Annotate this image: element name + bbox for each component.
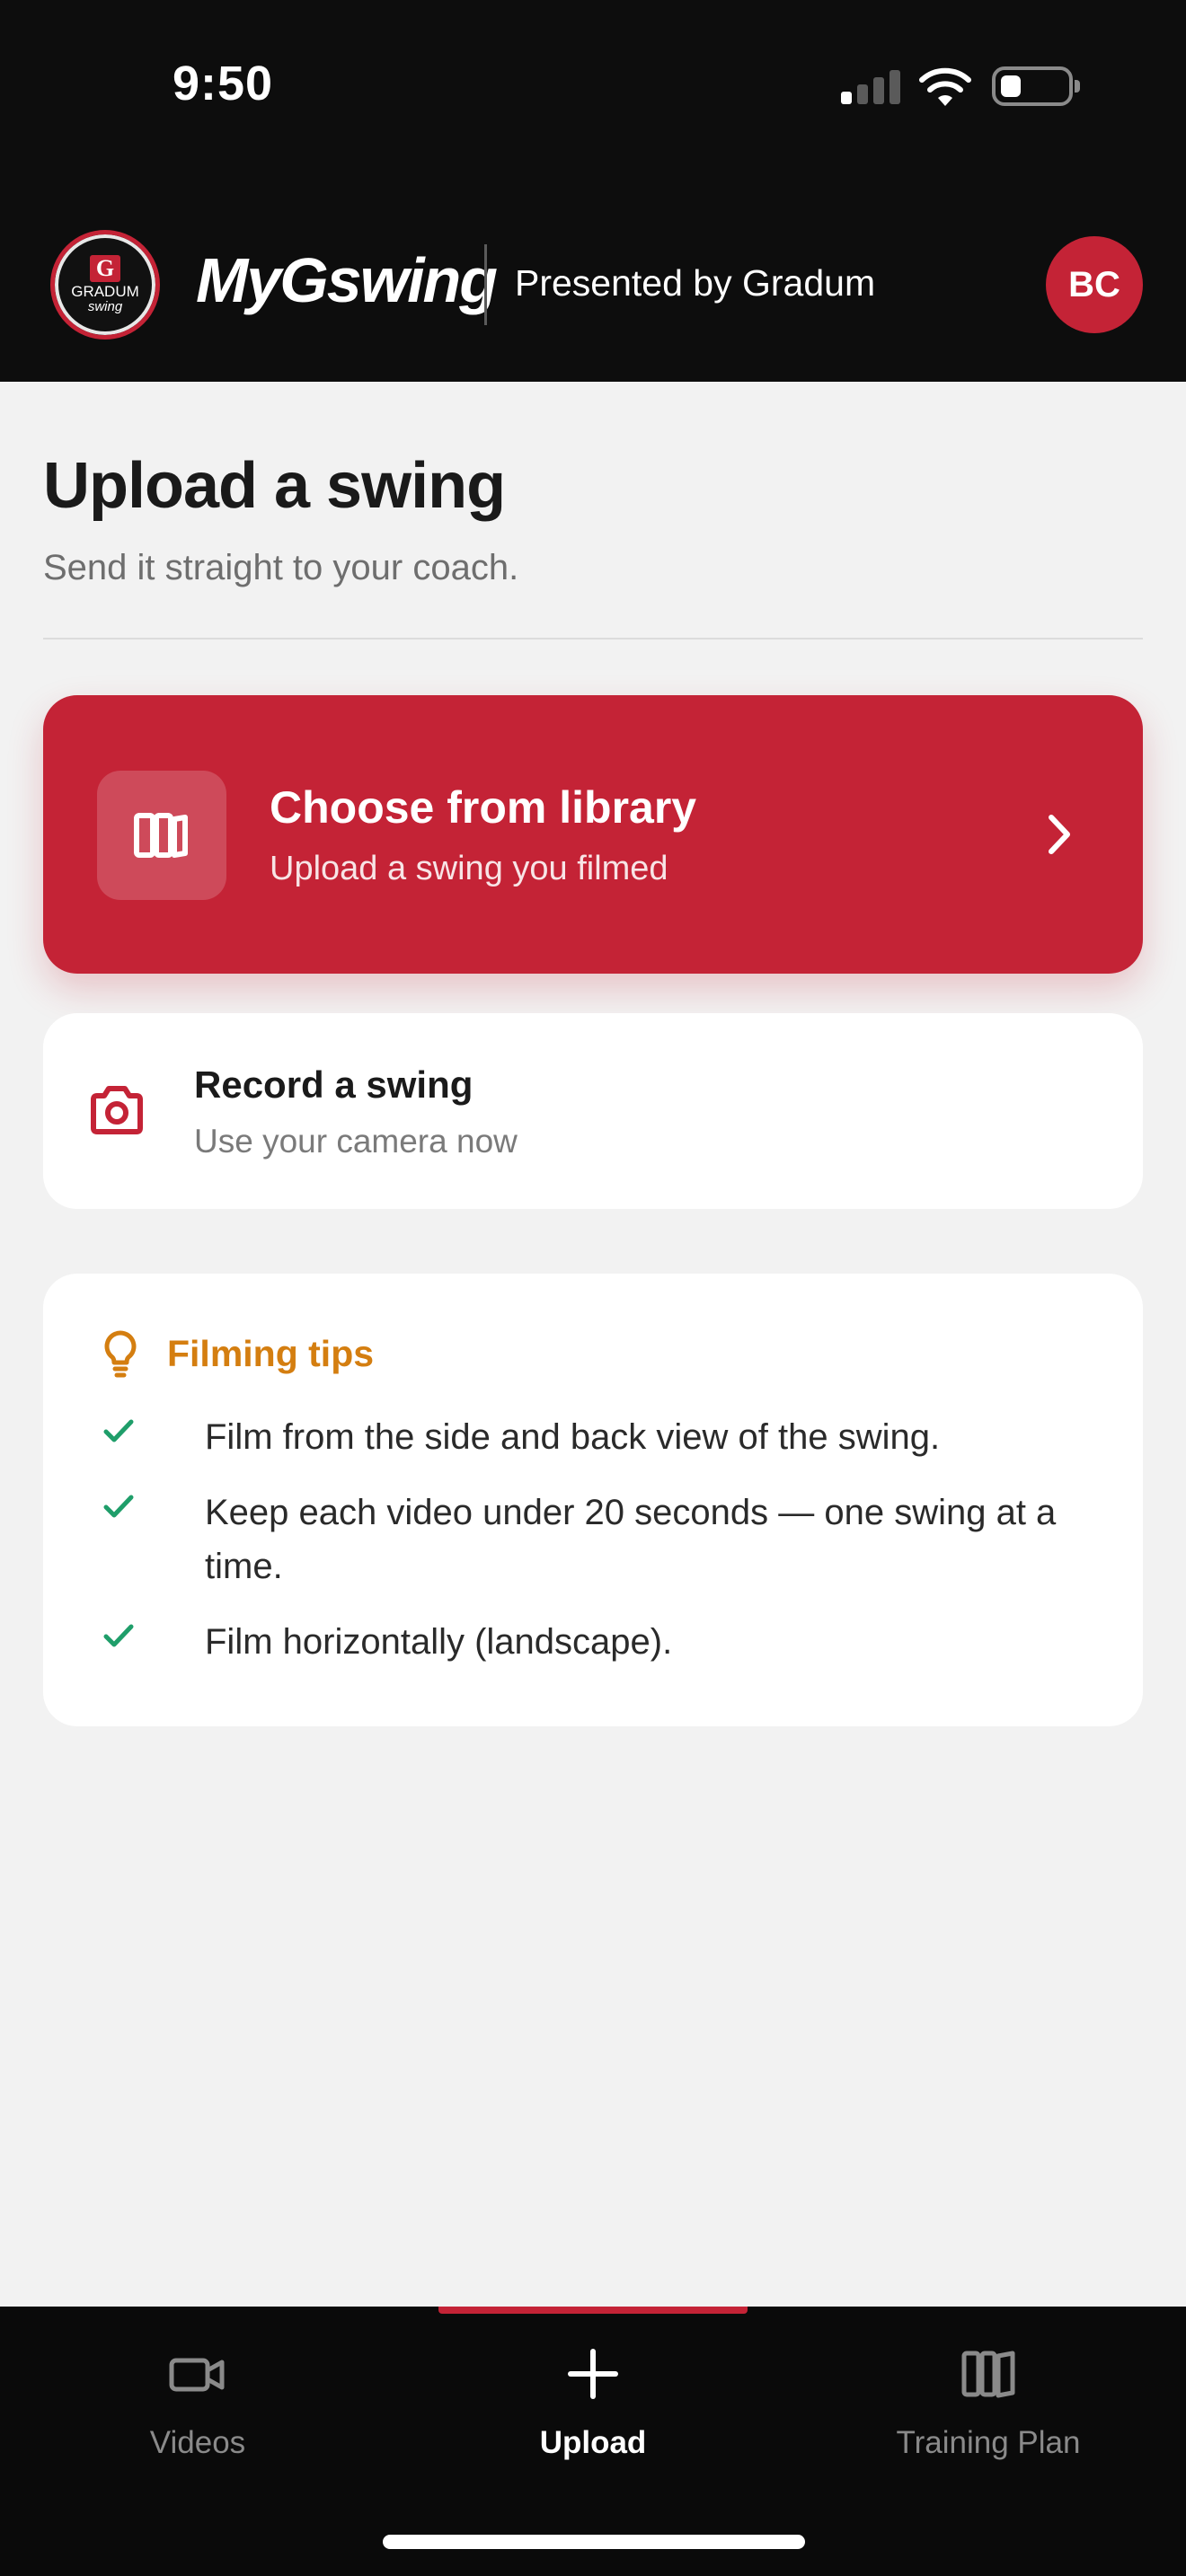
record-card-subtitle: Use your camera now — [194, 1123, 518, 1160]
divider — [43, 638, 1143, 640]
tab-upload[interactable]: Upload — [458, 2342, 728, 2461]
tab-videos[interactable]: Videos — [63, 2342, 332, 2461]
tip-text: Film horizontally (landscape). — [205, 1622, 673, 1662]
lightbulb-icon — [104, 1330, 137, 1378]
record-card-title: Record a swing — [194, 1063, 474, 1106]
gradum-logo: G GRADUM swing — [50, 230, 160, 340]
wifi-icon — [919, 67, 971, 106]
filming-tips-heading: Filming tips — [167, 1333, 375, 1374]
tab-label: Upload — [539, 2425, 647, 2460]
checkmark-icon — [103, 1624, 134, 1647]
plus-icon — [568, 2349, 618, 2399]
page-subtitle: Send it straight to your coach. — [43, 548, 519, 587]
header-divider — [484, 244, 487, 325]
battery-icon — [992, 66, 1080, 106]
brand-name: MyGswing — [196, 245, 498, 315]
camera-icon — [91, 1086, 143, 1134]
record-swing-button[interactable]: Record a swing Use your camera now — [43, 1013, 1143, 1209]
tab-label: Videos — [149, 2425, 246, 2460]
tab-training-plan[interactable]: Training Plan — [854, 2342, 1123, 2461]
filming-tips-card: Filming tips Film from the side and back… — [43, 1274, 1143, 1726]
book-icon — [961, 2351, 1015, 2398]
library-card-title: Choose from library — [270, 782, 697, 833]
checkmark-icon — [103, 1419, 134, 1442]
home-indicator — [383, 2535, 805, 2549]
page-title: Upload a swing — [43, 450, 506, 522]
tip-text: Film from the side and back view of the … — [205, 1417, 941, 1457]
choose-from-library-button[interactable]: Choose from library Upload a swing you f… — [43, 695, 1143, 974]
library-icon — [97, 771, 226, 900]
presented-by-text: Presented by Gradum — [515, 262, 876, 304]
status-time: 9:50 — [173, 57, 274, 110]
library-card-subtitle: Upload a swing you filmed — [270, 850, 668, 887]
checkmark-icon — [103, 1495, 134, 1518]
avatar[interactable]: BC — [1046, 236, 1143, 333]
tip-text: Keep each video under 20 seconds — one s… — [205, 1493, 1057, 1586]
tab-label: Training Plan — [896, 2425, 1081, 2460]
chevron-right-icon — [1049, 815, 1070, 854]
video-camera-icon — [169, 2358, 225, 2392]
app-header: 9:50 G GRADUM swing MyGswing Presented b… — [0, 0, 1186, 382]
cellular-signal-icon — [841, 68, 900, 104]
active-tab-indicator — [438, 2307, 748, 2314]
